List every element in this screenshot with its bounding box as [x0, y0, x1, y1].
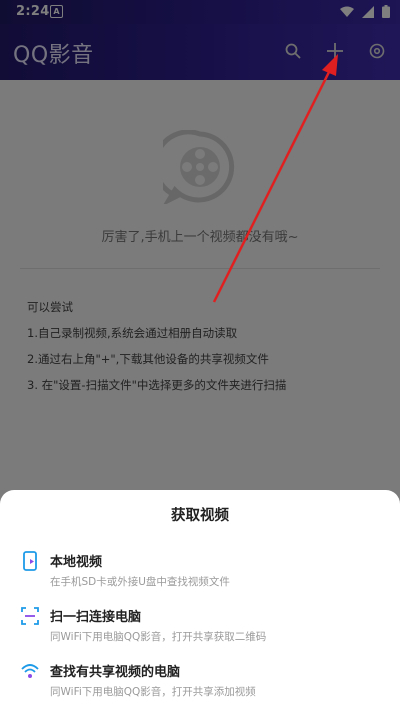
- option-subtitle: 同WiFi下用电脑QQ影音，打开共享添加视频: [50, 686, 256, 698]
- bottom-sheet: 获取视频 本地视频 在手机SD卡或外接U盘中查找视频文件 扫一扫连接电脑 同Wi…: [0, 490, 400, 710]
- option-subtitle: 在手机SD卡或外接U盘中查找视频文件: [50, 576, 230, 588]
- sheet-title: 获取视频: [171, 508, 229, 524]
- phone-video-icon: [23, 551, 37, 571]
- option-subtitle: 同WiFi下用电脑QQ影音，打开共享获取二维码: [50, 631, 267, 643]
- wifi-share-icon: [21, 664, 39, 678]
- scan-connect-pc-option[interactable]: 扫一扫连接电脑 同WiFi下用电脑QQ影音，打开共享获取二维码: [0, 600, 400, 654]
- local-video-option[interactable]: 本地视频 在手机SD卡或外接U盘中查找视频文件: [0, 545, 400, 599]
- find-shared-pc-option[interactable]: 查找有共享视频的电脑 同WiFi下用电脑QQ影音，打开共享添加视频: [0, 655, 400, 709]
- option-title: 扫一扫连接电脑: [50, 610, 142, 625]
- option-title: 本地视频: [50, 555, 103, 570]
- scan-icon: [21, 607, 39, 625]
- option-title: 查找有共享视频的电脑: [50, 665, 181, 680]
